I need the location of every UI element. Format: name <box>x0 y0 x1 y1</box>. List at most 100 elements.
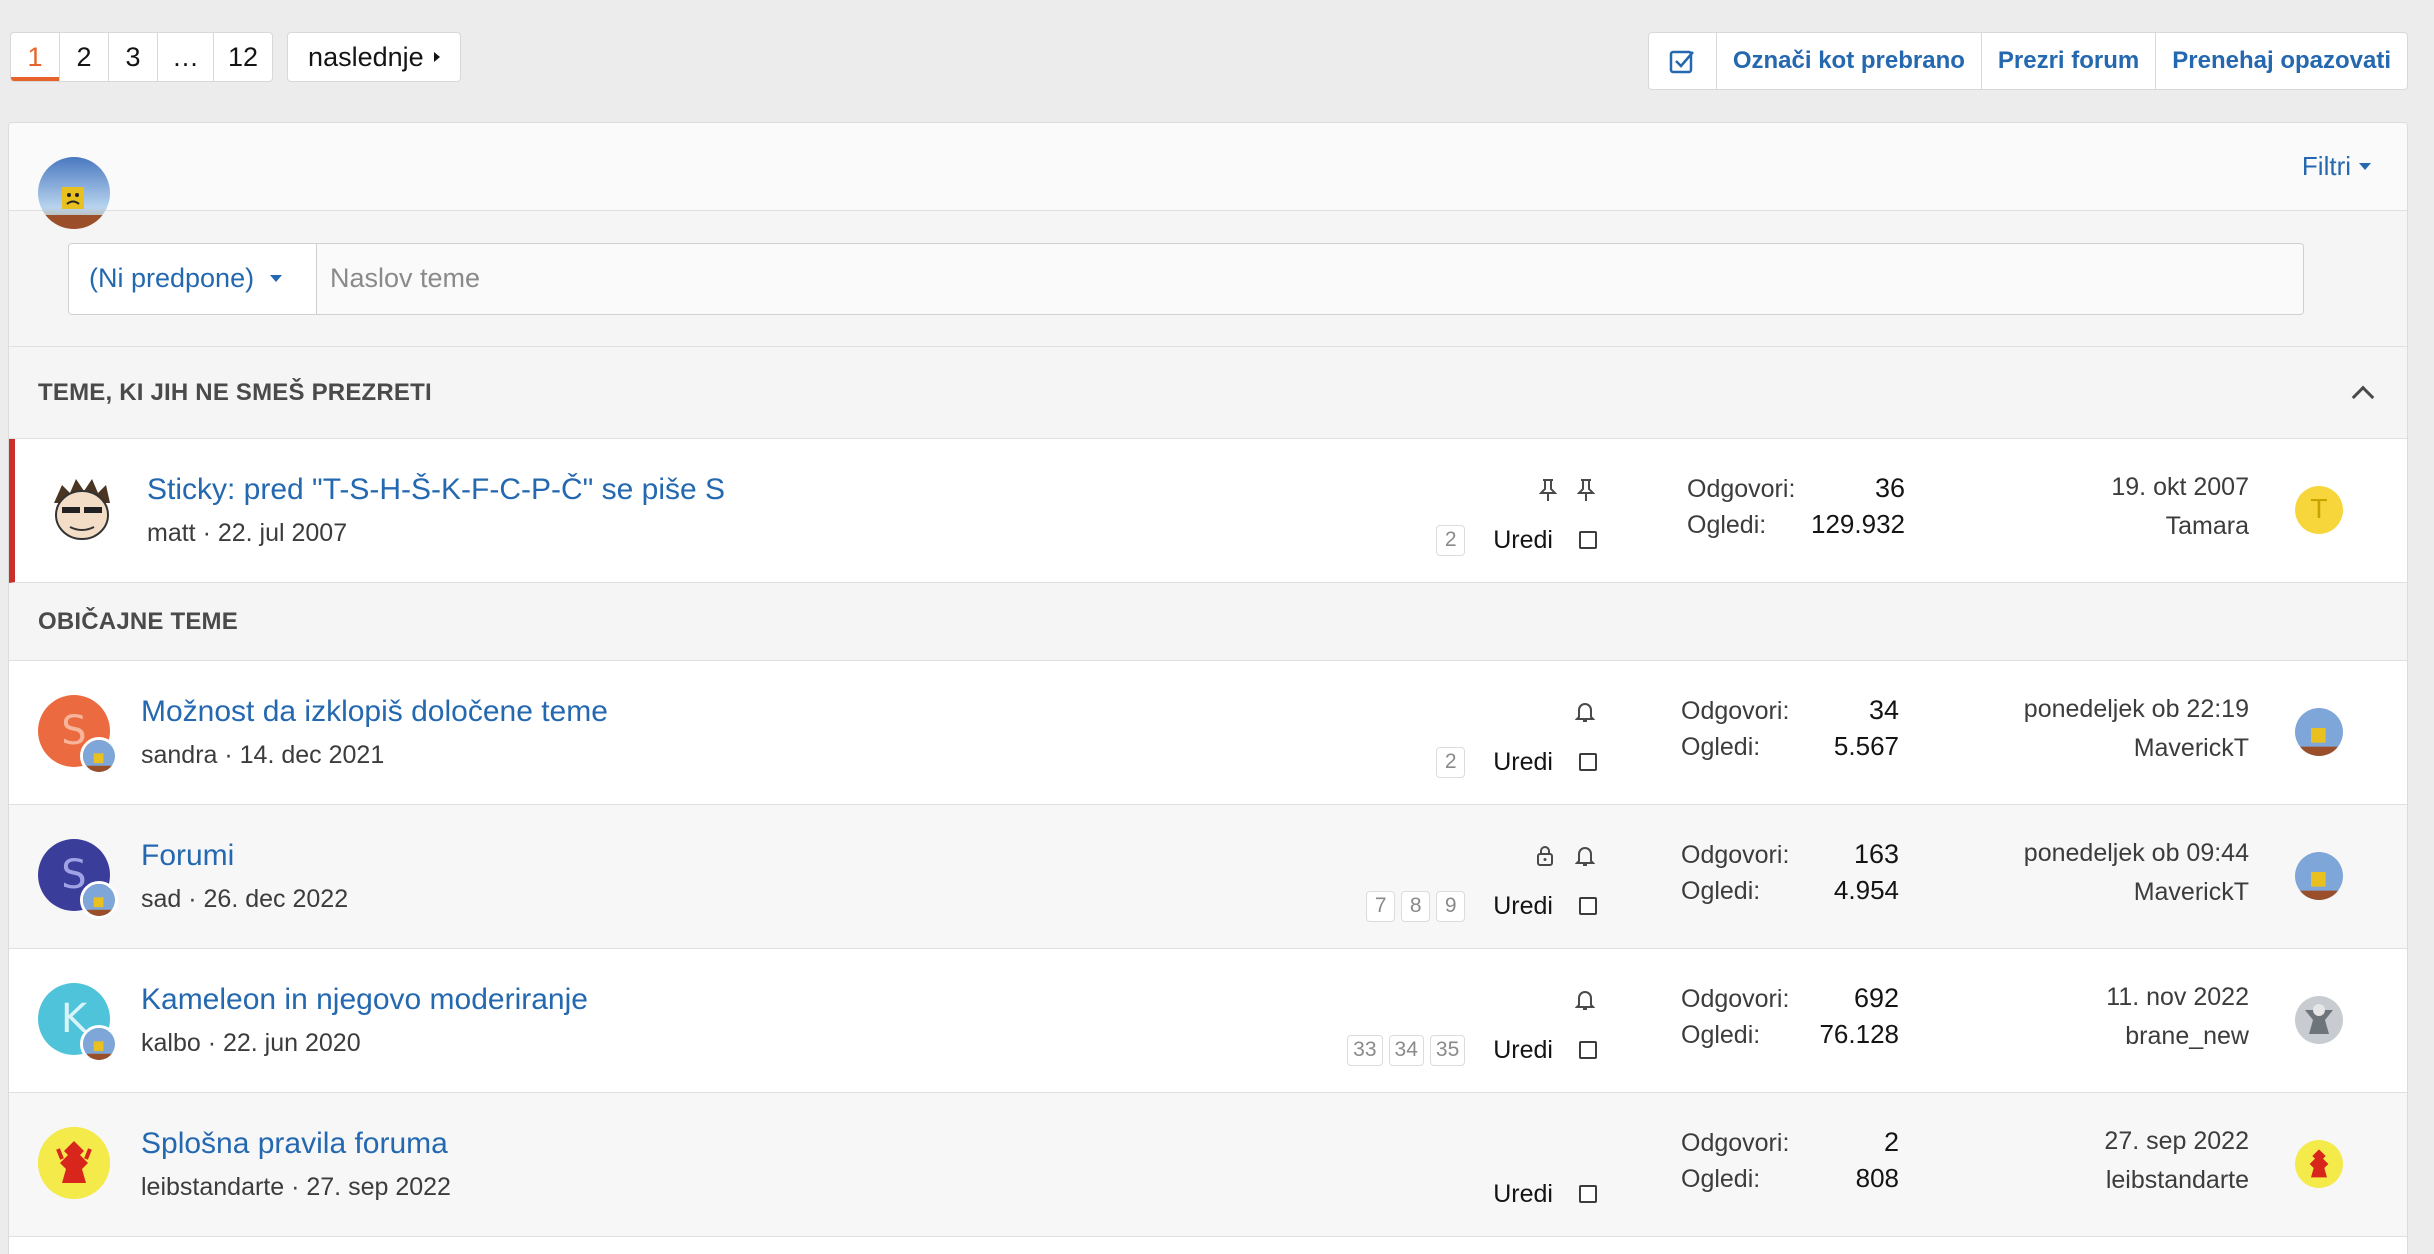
edit-link[interactable]: Uredi <box>1493 1180 1553 1209</box>
thread-row: Sticky: pred "T-S-H-Š-K-F-C-P-Č" se piše… <box>9 439 2407 583</box>
thread-title-link[interactable]: Kameleon in njegovo moderiranje <box>141 983 588 1017</box>
page-3-button[interactable]: 3 <box>109 33 158 81</box>
select-checkbox[interactable] <box>1579 897 1597 915</box>
prefix-select-label: (Ni predpone) <box>89 263 255 293</box>
mini-page-link[interactable]: 33 <box>1347 1034 1383 1066</box>
mark-read-button[interactable]: Označi kot prebrano <box>1717 33 1982 89</box>
last-post-user[interactable]: brane_new <box>2106 1022 2249 1051</box>
edit-link[interactable]: Uredi <box>1493 892 1553 921</box>
mini-pagination: 2 <box>1436 524 1466 556</box>
lock-icon <box>1535 845 1555 867</box>
select-checkbox[interactable] <box>1579 531 1597 549</box>
thread-stats: Odgovori: 163 Ogledi: 4.954 <box>1681 839 1899 911</box>
mini-page-link[interactable]: 8 <box>1401 890 1431 922</box>
thread-meta: kalbo · 22. jun 2020 <box>141 1029 361 1057</box>
last-post-date[interactable]: 11. nov 2022 <box>2106 983 2249 1012</box>
thread-row: S Forumi sad · 26. dec 2022 7 8 9 Uredi <box>9 805 2407 949</box>
last-poster-avatar[interactable] <box>2295 1140 2343 1188</box>
chevron-up-icon[interactable] <box>2351 385 2375 408</box>
select-checkbox[interactable] <box>1579 753 1597 771</box>
ignore-forum-button[interactable]: Prezri forum <box>1982 33 2157 89</box>
unwatch-button[interactable]: Prenehaj opazovati <box>2156 33 2407 89</box>
page-nav-group: 1 2 3 … 12 <box>10 32 274 82</box>
last-poster-mini-avatar <box>80 881 118 919</box>
thread-title-link[interactable]: Splošna pravila foruma <box>141 1127 451 1161</box>
last-poster-avatar[interactable] <box>2295 708 2343 756</box>
last-post-user[interactable]: leibstandarte <box>2104 1166 2249 1195</box>
select-checkbox[interactable] <box>1579 1185 1597 1203</box>
page-12-button[interactable]: 12 <box>214 33 272 81</box>
page-jump-button[interactable]: … <box>158 33 214 81</box>
thread-mini-controls: 7 8 9 Uredi <box>1366 889 1597 923</box>
current-user-avatar <box>38 157 110 229</box>
thread-meta: sad · 26. dec 2022 <box>141 885 349 913</box>
thread-mini-controls: 33 34 35 Uredi <box>1347 1033 1597 1067</box>
thread-status-icons <box>1575 985 1595 1015</box>
sticky-section-heading[interactable]: TEME, KI JIH NE SMEŠ PREZRETI <box>9 347 2407 439</box>
page-2-button[interactable]: 2 <box>60 33 109 81</box>
last-post-date[interactable]: ponedeljek ob 09:44 <box>2024 839 2249 868</box>
sticky-section-title: TEME, KI JIH NE SMEŠ PREZRETI <box>38 378 432 406</box>
last-post-user[interactable]: MaverickT <box>2024 878 2249 907</box>
replies-label: Odgovori: <box>1687 475 1796 503</box>
last-poster-avatar[interactable] <box>2295 852 2343 900</box>
caret-right-icon <box>433 52 440 62</box>
views-label: Ogledi: <box>1681 1165 1761 1193</box>
replies-count: 34 <box>1868 695 1899 725</box>
views-count: 4.954 <box>1833 875 1899 905</box>
edit-link[interactable]: Uredi <box>1493 748 1553 777</box>
thread-title-link[interactable]: Možnost da izklopiš določene teme <box>141 695 608 729</box>
mark-read-icon-button[interactable] <box>1649 33 1717 89</box>
prefix-select[interactable]: (Ni predpone) <box>69 243 317 314</box>
thread-status-icons <box>1575 697 1595 727</box>
edit-link[interactable]: Uredi <box>1493 1036 1553 1065</box>
last-post-user[interactable]: MaverickT <box>2024 734 2249 763</box>
normal-section-heading: OBIČAJNE TEME <box>9 583 2407 661</box>
thread-list: Filtri (Ni predpone) TEME, KI JIH NE SME… <box>8 122 2408 1254</box>
thread-main: Sticky: pred "T-S-H-Š-K-F-C-P-Č" se piše… <box>147 473 725 548</box>
select-checkbox[interactable] <box>1579 1041 1597 1059</box>
page-1-button[interactable]: 1 <box>11 33 60 81</box>
last-poster-mini-avatar <box>80 737 118 775</box>
last-post-date[interactable]: 27. sep 2022 <box>2104 1127 2249 1156</box>
thread-mini-controls: 2 Uredi <box>1436 745 1597 779</box>
last-poster-avatar-letter: T <box>2311 495 2327 525</box>
thread-stats: Odgovori: 36 Ogledi: 129.932 <box>1687 473 1905 545</box>
caret-down-icon <box>270 275 283 282</box>
mini-page-link[interactable]: 35 <box>1429 1034 1466 1066</box>
author-avatar[interactable] <box>38 1127 110 1199</box>
normal-section-title: OBIČAJNE TEME <box>38 607 238 635</box>
last-post-user[interactable]: Tamara <box>2111 512 2249 541</box>
thread-stats: Odgovori: 692 Ogledi: 76.128 <box>1681 983 1899 1055</box>
thread-status-icons <box>1535 841 1595 871</box>
thread-main: Kameleon in njegovo moderiranje kalbo · … <box>141 983 588 1058</box>
thread-meta: leibstandarte · 27. sep 2022 <box>141 1173 451 1201</box>
thread-title-link[interactable]: Forumi <box>141 839 348 873</box>
thread-title-link[interactable]: Sticky: pred "T-S-H-Š-K-F-C-P-Č" se piše… <box>147 473 725 507</box>
next-page-button[interactable]: naslednje <box>287 32 461 82</box>
mini-page-link[interactable]: 34 <box>1388 1034 1424 1066</box>
mini-page-link[interactable]: 9 <box>1436 890 1466 922</box>
next-page-label: naslednje <box>308 41 424 72</box>
views-count: 5.567 <box>1833 731 1899 761</box>
pagination: 1 2 3 … 12 naslednje <box>10 32 461 82</box>
mini-page-link[interactable]: 2 <box>1436 746 1466 778</box>
thread-main: Splošna pravila foruma leibstandarte · 2… <box>141 1127 451 1202</box>
filters-button[interactable]: Filtri <box>2302 151 2371 182</box>
author-avatar[interactable] <box>46 473 118 545</box>
bell-icon <box>1575 989 1595 1011</box>
last-post-date[interactable]: 19. okt 2007 <box>2111 473 2249 502</box>
last-poster-avatar[interactable]: T <box>2295 486 2343 534</box>
edit-link[interactable]: Uredi <box>1493 526 1553 555</box>
thread-row: K Kameleon in njegovo moderiranje kalbo … <box>9 949 2407 1093</box>
last-post: 11. nov 2022 brane_new <box>2106 983 2249 1051</box>
bell-icon <box>1575 701 1595 723</box>
mini-page-link[interactable]: 2 <box>1436 524 1466 556</box>
thread-title-input[interactable] <box>317 243 2303 314</box>
thread-mini-controls: 2 Uredi <box>1436 523 1597 557</box>
mini-page-link[interactable]: 7 <box>1366 890 1396 922</box>
last-post-date[interactable]: ponedeljek ob 22:19 <box>2024 695 2249 724</box>
thread-mini-controls: Uredi <box>1479 1177 1597 1211</box>
thread-stats: Odgovori: 2 Ogledi: 808 <box>1681 1127 1899 1199</box>
last-poster-avatar[interactable] <box>2295 996 2343 1044</box>
